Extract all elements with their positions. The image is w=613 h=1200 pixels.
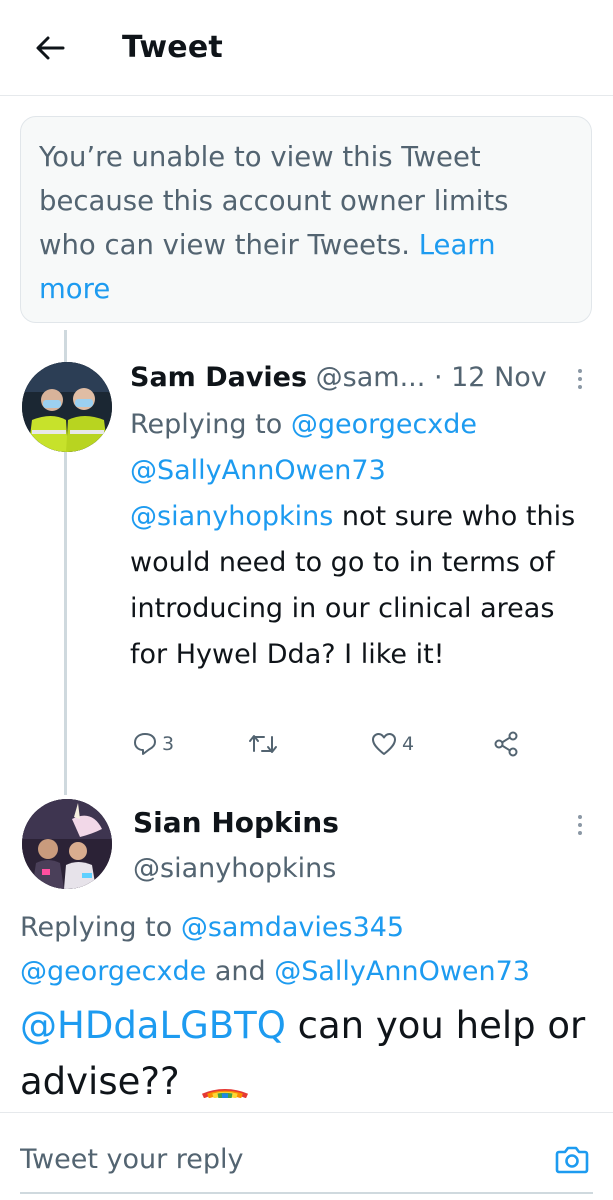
separator-dot: · xyxy=(433,362,443,393)
more-dot-icon xyxy=(578,815,582,819)
share-button[interactable] xyxy=(492,724,520,764)
and-label: and xyxy=(214,956,266,987)
mention-hddalgbtq[interactable]: @HDdaLGBTQ xyxy=(20,1004,286,1047)
reply-button[interactable]: 3 xyxy=(132,724,174,764)
author-name[interactable]: Sam Davies xyxy=(130,362,307,393)
more-options-button[interactable] xyxy=(565,810,595,840)
mention-sallyannowen73[interactable]: @SallyAnnOwen73 xyxy=(130,455,386,486)
retweet-icon xyxy=(249,735,277,753)
mention-georgecxde[interactable]: @georgecxde xyxy=(291,409,477,440)
retweet-button[interactable] xyxy=(247,724,283,764)
reply-composer xyxy=(0,1112,613,1200)
notice-text: You’re unable to view this Tweet because… xyxy=(39,135,573,311)
camera-button[interactable] xyxy=(552,1139,592,1179)
author-handle[interactable]: @sianyhopkins xyxy=(133,849,336,889)
more-dot-icon xyxy=(578,823,582,827)
author-name[interactable]: Sian Hopkins xyxy=(133,803,339,843)
more-dot-icon xyxy=(578,831,582,835)
avatar-photo-icon xyxy=(22,799,112,889)
more-options-button[interactable] xyxy=(565,364,595,394)
replying-to: Replying to @samdavies345 @georgecxde an… xyxy=(20,906,600,994)
tweet-header: Sam Davies @sam... · 12 Nov xyxy=(130,358,600,398)
heart-icon xyxy=(372,733,396,755)
page-title: Tweet xyxy=(122,30,223,65)
tweet-actions: 3 4 xyxy=(130,724,550,764)
reply-icon xyxy=(134,733,156,755)
tweet-date[interactable]: 12 Nov xyxy=(451,362,547,393)
restricted-tweet-notice: You’re unable to view this Tweet because… xyxy=(20,116,592,323)
more-dot-icon xyxy=(578,385,582,389)
mention-sianyhopkins[interactable]: @sianyhopkins xyxy=(130,501,333,532)
tweet-body: @HDdaLGBTQ can you help or advise?? xyxy=(20,998,600,1110)
like-count: 4 xyxy=(402,733,415,755)
replying-to-label: Replying to xyxy=(130,409,283,440)
reply-input[interactable] xyxy=(20,1137,520,1181)
mention-sallyannowen73[interactable]: @SallyAnnOwen73 xyxy=(274,956,530,987)
like-button[interactable]: 4 xyxy=(370,724,414,764)
camera-icon xyxy=(555,1146,589,1174)
author-handle[interactable]: @sam... xyxy=(316,362,426,393)
share-icon xyxy=(494,731,518,757)
back-button[interactable] xyxy=(30,28,70,68)
reply-count: 3 xyxy=(162,733,175,755)
tweet-body: Replying to @georgecxde @SallyAnnOwen73 … xyxy=(130,402,600,678)
input-underline xyxy=(20,1192,593,1194)
avatar[interactable] xyxy=(22,799,112,889)
avatar-photo-icon xyxy=(22,362,112,452)
mention-samdavies345[interactable]: @samdavies345 xyxy=(181,912,404,943)
replying-to-label: Replying to xyxy=(20,912,173,943)
top-app-bar: Tweet xyxy=(0,0,613,96)
rainbow-icon xyxy=(202,1089,249,1099)
mention-georgecxde[interactable]: @georgecxde xyxy=(20,956,206,987)
avatar[interactable] xyxy=(22,362,112,452)
arrow-left-icon xyxy=(36,36,65,60)
more-dot-icon xyxy=(578,377,582,381)
more-dot-icon xyxy=(578,369,582,373)
